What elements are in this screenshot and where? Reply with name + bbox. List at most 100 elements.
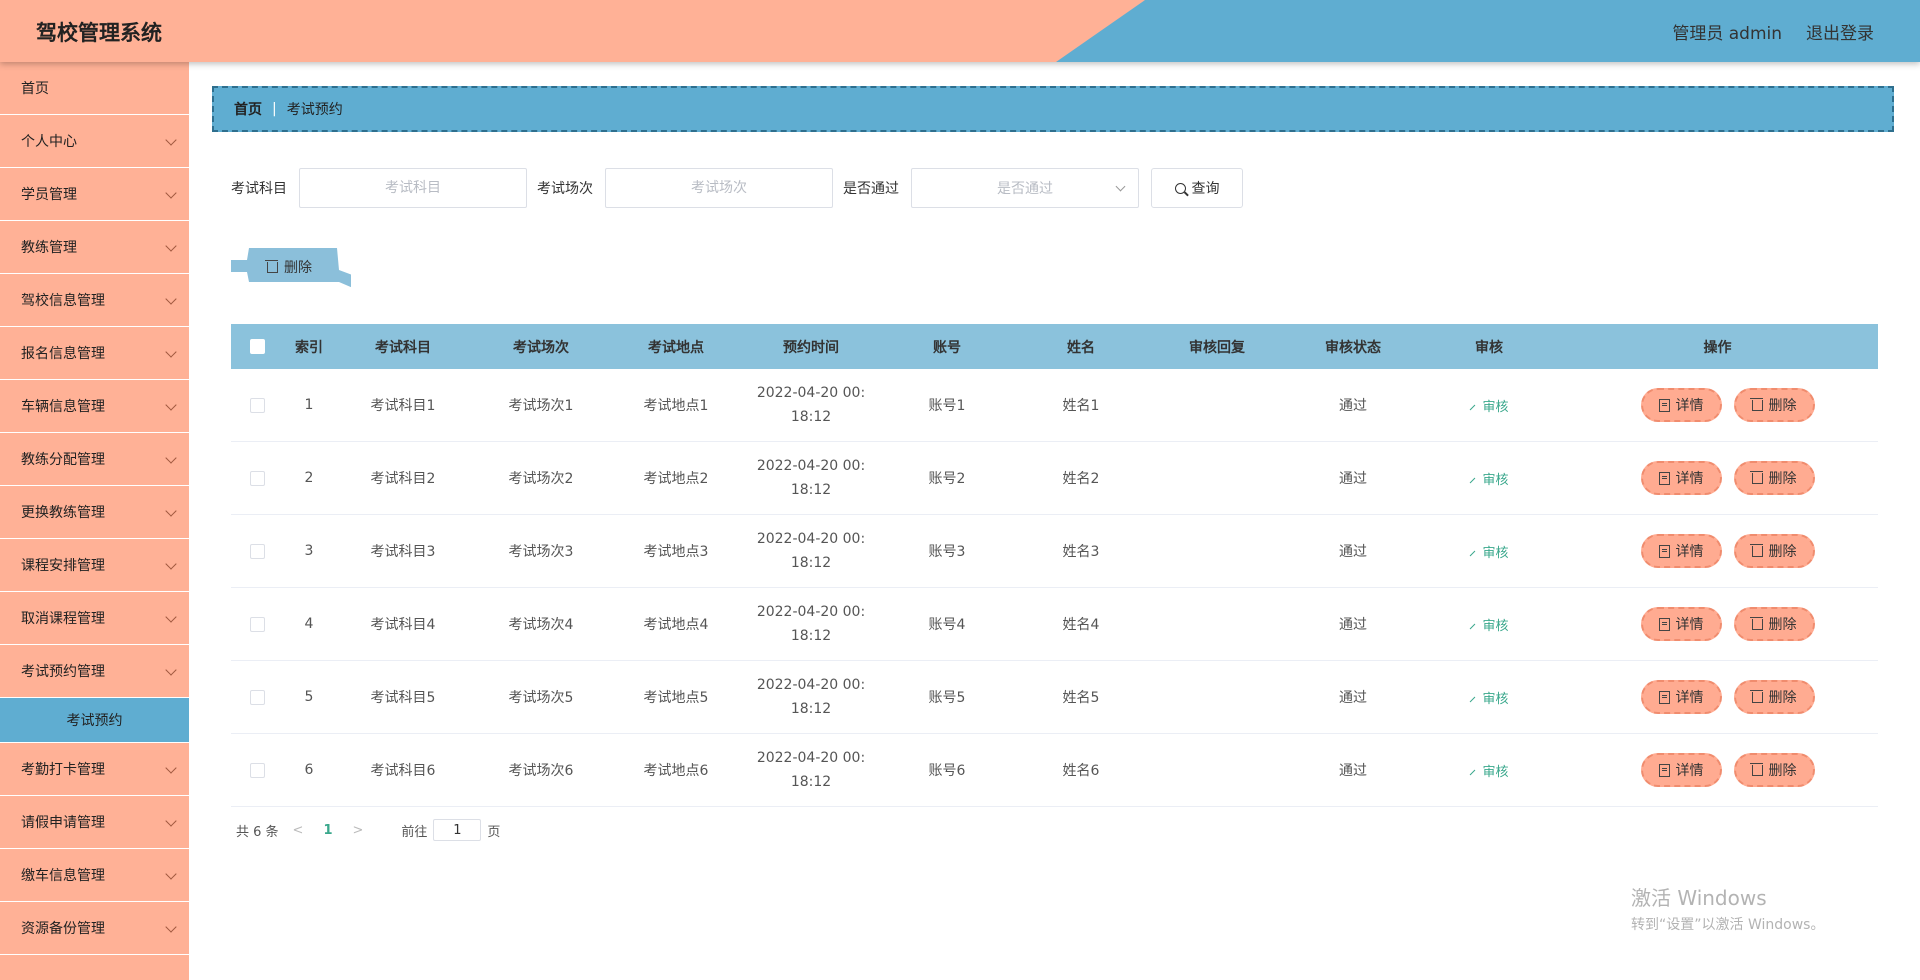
cell-operations: 详情 删除 — [1557, 680, 1888, 714]
sidebar-item-label: 考试预约 — [66, 713, 123, 729]
booking-time-line2: 18:12 — [790, 774, 832, 790]
sidebar-item[interactable]: 报名信息管理 — [0, 327, 189, 380]
delete-button[interactable]: 删除 — [1733, 461, 1815, 495]
detail-button[interactable]: 详情 — [1640, 534, 1722, 568]
sidebar-item-label: 考勤打卡管理 — [21, 762, 105, 778]
cell-index: 5 — [304, 689, 314, 705]
review-link[interactable]: 审核 — [1469, 546, 1509, 561]
sidebar-item[interactable]: 请假申请管理 — [0, 796, 189, 849]
review-link[interactable]: 审核 — [1469, 691, 1509, 707]
sidebar-subitem-active[interactable]: 考试预约 — [0, 698, 189, 743]
cell-location: 考试地点6 — [643, 763, 709, 779]
sidebar-item[interactable]: 教练分配管理 — [0, 433, 189, 486]
detail-button[interactable]: 详情 — [1640, 753, 1722, 787]
sidebar-item-label: 首页 — [21, 81, 49, 97]
logout-link[interactable]: 退出登录 — [1806, 19, 1874, 44]
chevron-down-icon — [165, 762, 177, 774]
sidebar-item-label: 驾校信息管理 — [21, 293, 105, 309]
cell-index: 3 — [304, 543, 314, 559]
detail-button[interactable]: 详情 — [1640, 607, 1722, 641]
sidebar-item[interactable]: 首页 — [0, 62, 189, 115]
goto-page-input[interactable] — [433, 819, 482, 841]
detail-button[interactable]: 详情 — [1640, 388, 1722, 422]
cell-account: 账号1 — [928, 398, 966, 414]
cell-booking-time: 2022-04-20 00: 18:12 — [741, 673, 881, 721]
page-number-current[interactable]: 1 — [323, 823, 332, 838]
cell-review: 审核 — [1421, 542, 1557, 561]
passed-filter-select[interactable]: 是否通过 — [911, 168, 1139, 208]
sidebar-item-label: 报名信息管理 — [21, 346, 105, 362]
sidebar-item[interactable]: 资源备份管理 — [0, 902, 189, 955]
review-link[interactable]: 审核 — [1469, 618, 1509, 634]
breadcrumb-separator: | — [272, 101, 277, 117]
sidebar-item[interactable]: 驾校信息管理 — [0, 274, 189, 327]
table-row: 2 考试科目2 考试场次2 考试地点2 2022-04-20 00: 18:12 账号2 姓名… — [231, 442, 1878, 515]
cell-subject: 考试科目5 — [370, 690, 436, 706]
review-link-label: 审核 — [1482, 618, 1509, 634]
sidebar-item[interactable]: 考勤打卡管理 — [0, 743, 189, 796]
next-page-button[interactable]: > — [353, 823, 364, 838]
subject-filter-input[interactable] — [299, 168, 527, 208]
table-row: 6 考试科目6 考试场次6 考试地点6 2022-04-20 00: 18:12 账号6 姓名… — [231, 734, 1878, 807]
row-checkbox[interactable] — [249, 762, 265, 778]
booking-time-line1: 2022-04-20 00: — [756, 458, 866, 474]
trash-icon — [1749, 689, 1763, 703]
review-link[interactable]: 审核 — [1469, 400, 1509, 415]
breadcrumb: 首页 | 考试预约 — [212, 86, 1894, 132]
cell-review-status: 通过 — [1339, 471, 1367, 487]
booking-time-line1: 2022-04-20 00: — [756, 385, 866, 401]
delete-button[interactable]: 删除 — [1733, 534, 1815, 568]
chevron-down-icon — [165, 505, 177, 517]
breadcrumb-current: 考试预约 — [286, 102, 343, 118]
booking-time-line1: 2022-04-20 00: — [756, 531, 866, 547]
sidebar-item[interactable]: 教练管理 — [0, 221, 189, 274]
sidebar-item[interactable]: 更换教练管理 — [0, 486, 189, 539]
query-button[interactable]: 查询 — [1151, 168, 1243, 208]
review-link[interactable]: 审核 — [1469, 765, 1509, 780]
trash-icon — [1749, 397, 1763, 411]
cell-account: 账号3 — [928, 544, 966, 560]
delete-button[interactable]: 删除 — [1733, 680, 1815, 714]
row-checkbox[interactable] — [249, 470, 265, 486]
select-all-checkbox[interactable] — [249, 339, 265, 354]
cell-operations: 详情 删除 — [1557, 753, 1888, 787]
detail-button-label: 详情 — [1675, 763, 1704, 779]
chevron-down-icon — [165, 868, 177, 880]
sidebar-item-label: 缴车信息管理 — [21, 868, 105, 884]
column-header: 索引 — [295, 339, 323, 356]
bulk-delete-button[interactable]: 删除 — [231, 248, 351, 288]
sidebar-item[interactable]: 个人中心 — [0, 115, 189, 168]
delete-button[interactable]: 删除 — [1733, 388, 1815, 422]
detail-button-label: 详情 — [1675, 398, 1704, 414]
sidebar: 首页个人中心 学员管理 教练管理驾校信息管理 报名信息管理车辆信息管理 教练分配管理 更换… — [0, 62, 189, 980]
sidebar-item[interactable]: 取消课程管理 — [0, 592, 189, 645]
detail-button[interactable]: 详情 — [1640, 461, 1722, 495]
cell-subject: 考试科目3 — [370, 544, 436, 560]
sidebar-item[interactable]: 考试预约管理 — [0, 645, 189, 698]
row-checkbox[interactable] — [249, 616, 265, 632]
sidebar-item[interactable]: 车辆信息管理 — [0, 380, 189, 433]
detail-button[interactable]: 详情 — [1640, 680, 1722, 714]
row-checkbox[interactable] — [249, 543, 265, 559]
prev-page-button[interactable]: < — [293, 823, 304, 838]
cell-index: 6 — [304, 762, 314, 778]
cell-booking-time: 2022-04-20 00: 18:12 — [741, 746, 881, 794]
breadcrumb-home[interactable]: 首页 — [234, 99, 262, 119]
sidebar-item[interactable]: 课程安排管理 — [0, 539, 189, 592]
review-link[interactable]: 审核 — [1469, 473, 1509, 488]
sidebar-item[interactable]: 学员管理 — [0, 168, 189, 221]
sidebar-item[interactable]: 缴车信息管理 — [0, 849, 189, 902]
row-checkbox[interactable] — [249, 397, 265, 413]
delete-button[interactable]: 删除 — [1733, 753, 1815, 787]
delete-button-label: 删除 — [1768, 617, 1797, 633]
delete-button[interactable]: 删除 — [1733, 607, 1815, 641]
review-link-label: 审核 — [1482, 691, 1509, 707]
chevron-down-icon — [165, 558, 177, 570]
cell-session: 考试场次5 — [508, 690, 574, 706]
session-filter-input[interactable] — [605, 168, 833, 208]
row-checkbox[interactable] — [249, 689, 265, 705]
column-header: 账号 — [933, 339, 961, 356]
column-header: 考试科目 — [375, 339, 431, 356]
chevron-down-icon — [1115, 181, 1126, 192]
booking-time-line2: 18:12 — [790, 482, 832, 498]
